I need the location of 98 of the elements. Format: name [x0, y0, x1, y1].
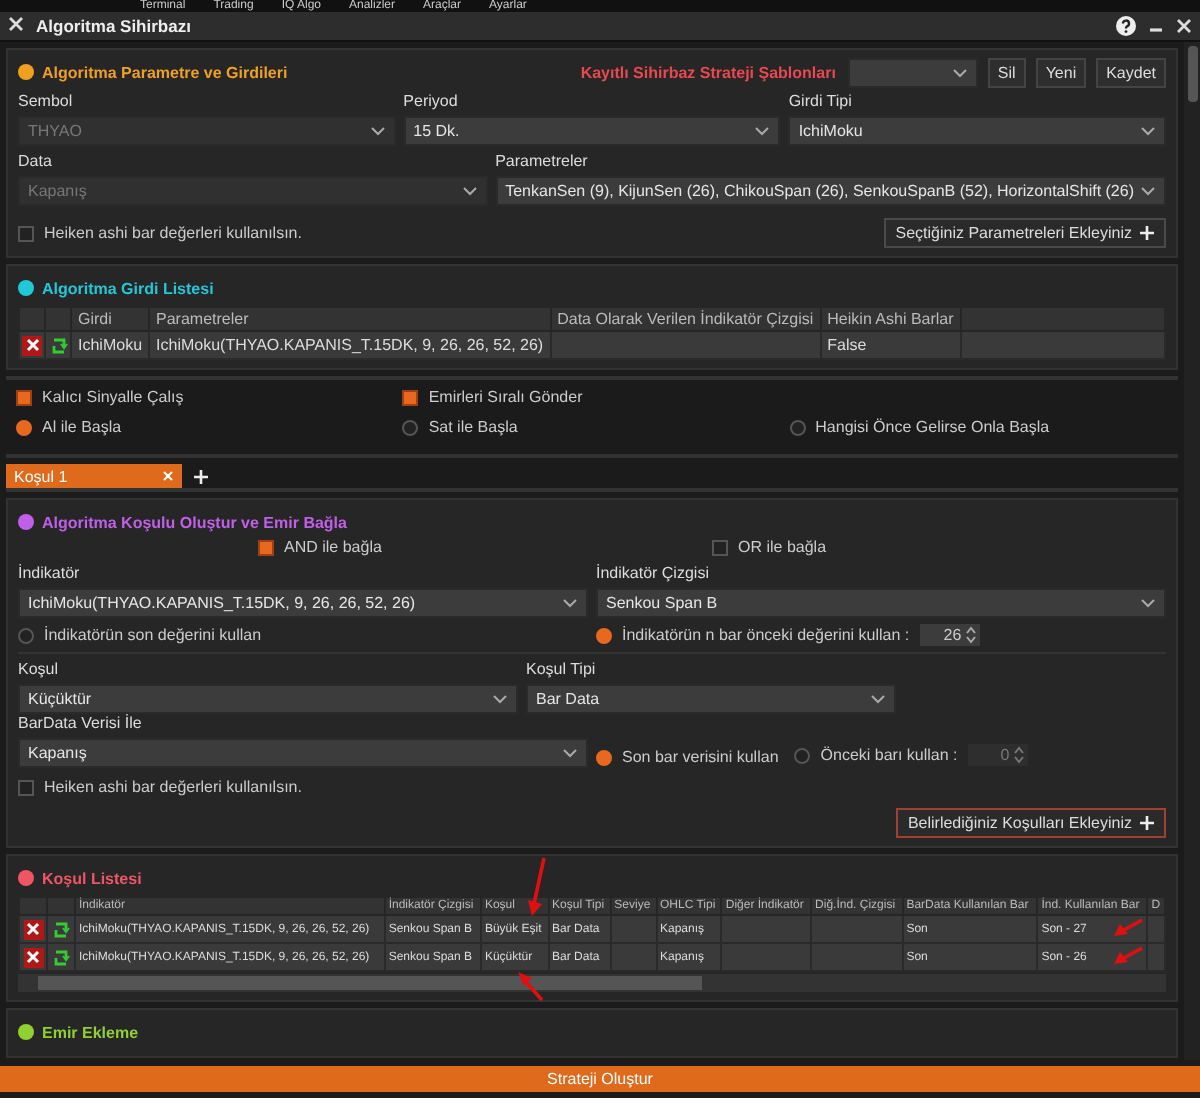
radio-button[interactable] [794, 747, 811, 763]
chevron-down-icon [492, 694, 508, 704]
checkbox[interactable] [712, 539, 728, 555]
template-button[interactable]: Kaydet [1096, 57, 1166, 87]
radio-label: İndikatörün son değerini kullan [44, 626, 262, 644]
horizontal-scrollbar[interactable] [18, 974, 1166, 992]
chevron-down-icon [369, 126, 386, 136]
radio-label: Önceki barı kullan : [820, 746, 958, 764]
radio-button[interactable] [789, 419, 806, 435]
section-dot-icon [18, 1024, 34, 1040]
section-dot-icon [18, 64, 34, 80]
section-title: Emir Ekleme [42, 1023, 139, 1041]
field-label: Periyod [403, 92, 460, 110]
radio-button[interactable] [596, 627, 612, 643]
help-icon[interactable] [1116, 16, 1136, 36]
dropdown[interactable]: Bar Data [526, 684, 896, 714]
column-header[interactable]: Girdi [71, 307, 150, 331]
field-label: Girdi Tipi [788, 92, 854, 110]
plus-icon [1140, 816, 1154, 830]
radio-button[interactable] [596, 749, 612, 765]
radio-button[interactable] [18, 627, 34, 643]
annotation-arrow [527, 856, 546, 916]
vertical-scrollbar[interactable] [1184, 42, 1200, 1060]
add-parameters-button[interactable]: Seçtiğiniz Parametreleri Ekleyiniz [883, 218, 1166, 248]
dropdown[interactable]: IchiMoku(THYAO.KAPANIS_T.15DK, 9, 26, 26, 52, 26) [18, 588, 588, 618]
chevron-down-icon [562, 748, 578, 758]
checkbox-label: OR ile bağla [738, 538, 827, 556]
field-label: Koşul Tipi [526, 660, 598, 678]
chevron-down-icon [870, 694, 886, 704]
column-header[interactable]: Data Olarak Verilen İndikatör Çizgisi [550, 307, 821, 331]
delete-icon[interactable] [22, 335, 42, 355]
swap-arrow-icon[interactable] [48, 335, 68, 355]
swap-arrow-icon[interactable] [51, 919, 71, 939]
field-label: Koşul [18, 660, 61, 678]
chevron-down-icon [1140, 126, 1156, 136]
field-label: İndikatör [18, 564, 82, 582]
dropdown[interactable]: TenkanSen (9), KijunSen (26), ChikouSpan (26), SenkouSpanB (52), HorizontalShift (26) [495, 176, 1166, 206]
table-cell: IchiMoku [71, 331, 150, 359]
radio-label: İndikatörün n bar önceki değerini kullan : [622, 626, 910, 644]
radio-button[interactable] [16, 419, 32, 435]
annotation-arrow [1112, 946, 1145, 966]
field-label: Parametreler [495, 152, 590, 170]
chevron-down-icon [1140, 186, 1156, 196]
window-title: Algoritma Sihirbazı [36, 16, 191, 36]
field-label: İndikatör Çizgisi [596, 564, 711, 582]
templates-label: Kayıtlı Sihirbaz Strateji Şablonları [580, 63, 836, 81]
checkbox-label: Emirleri Sıralı Gönder [428, 388, 583, 406]
close-icon[interactable] [1176, 18, 1192, 34]
checkbox-label: Kalıcı Sinyalle Çalış [42, 388, 184, 406]
section-dot-icon [18, 280, 34, 296]
close-icon[interactable] [8, 16, 24, 36]
table-cell: IchiMoku(THYAO.KAPANIS_T.15DK, 9, 26, 26, 52, 26) [149, 331, 551, 359]
chevron-down-icon [562, 598, 578, 608]
checkbox-label: Heiken ashi bar değerleri kullanılsın. [44, 224, 302, 242]
checkbox-label: Heiken ashi bar değerleri kullanılsın. [44, 778, 302, 796]
add-tab-icon[interactable] [194, 469, 208, 483]
checkbox[interactable] [258, 539, 274, 555]
add-conditions-button[interactable]: Belirlediğiniz Koşulları Ekleyiniz [895, 808, 1166, 838]
dropdown[interactable]: Kapanış [18, 738, 588, 768]
field-label: BarData Verisi İle [18, 714, 144, 732]
table-cell: False [820, 331, 961, 359]
field-label: Data [18, 152, 54, 170]
chevron-down-icon [1140, 598, 1156, 608]
dropdown[interactable]: Küçüktür [18, 684, 518, 714]
section-title: Koşul Listesi [42, 869, 142, 887]
annotation-arrow [515, 970, 544, 1002]
checkbox-label: AND ile bağla [284, 538, 382, 556]
section-title: Algoritma Girdi Listesi [42, 279, 214, 297]
radio-button[interactable] [402, 419, 419, 435]
template-button[interactable]: Sil [987, 57, 1026, 87]
radio-label: Al ile Başla [42, 418, 122, 436]
chevron-down-icon [951, 67, 968, 77]
column-header[interactable]: Parametreler [149, 307, 551, 331]
template-button[interactable]: Yeni [1035, 57, 1087, 87]
checkbox[interactable] [16, 389, 32, 405]
checkbox[interactable] [18, 225, 34, 241]
radio-label: Son bar verisini kullan [622, 748, 779, 766]
section-dot-icon [18, 514, 34, 530]
radio-label: Sat ile Başla [428, 418, 518, 436]
section-title: Algoritma Koşulu Oluştur ve Emir Bağla [42, 513, 347, 531]
delete-icon[interactable] [23, 919, 43, 939]
section-title: Algoritma Parametre ve Girdileri [42, 63, 288, 81]
number-spinner[interactable]: 26 [919, 624, 980, 646]
checkbox[interactable] [402, 389, 419, 405]
delete-icon[interactable] [23, 947, 43, 967]
dropdown[interactable]: Senkou Span B [596, 588, 1166, 618]
chevron-down-icon [754, 126, 771, 136]
annotation-arrow [1112, 918, 1145, 938]
swap-arrow-icon[interactable] [51, 947, 71, 967]
radio-label: Hangisi Önce Gelirse Onla Başla [815, 418, 1050, 436]
dropdown[interactable]: 15 Dk. [403, 116, 781, 146]
column-header[interactable]: Heikin Ashi Barlar [820, 307, 961, 331]
chevron-down-icon [461, 186, 478, 196]
field-label: Sembol [18, 92, 75, 110]
plus-icon [1140, 226, 1154, 240]
checkbox[interactable] [18, 779, 34, 795]
section-dot-icon [18, 870, 34, 886]
dropdown[interactable]: IchiMoku [788, 116, 1166, 146]
